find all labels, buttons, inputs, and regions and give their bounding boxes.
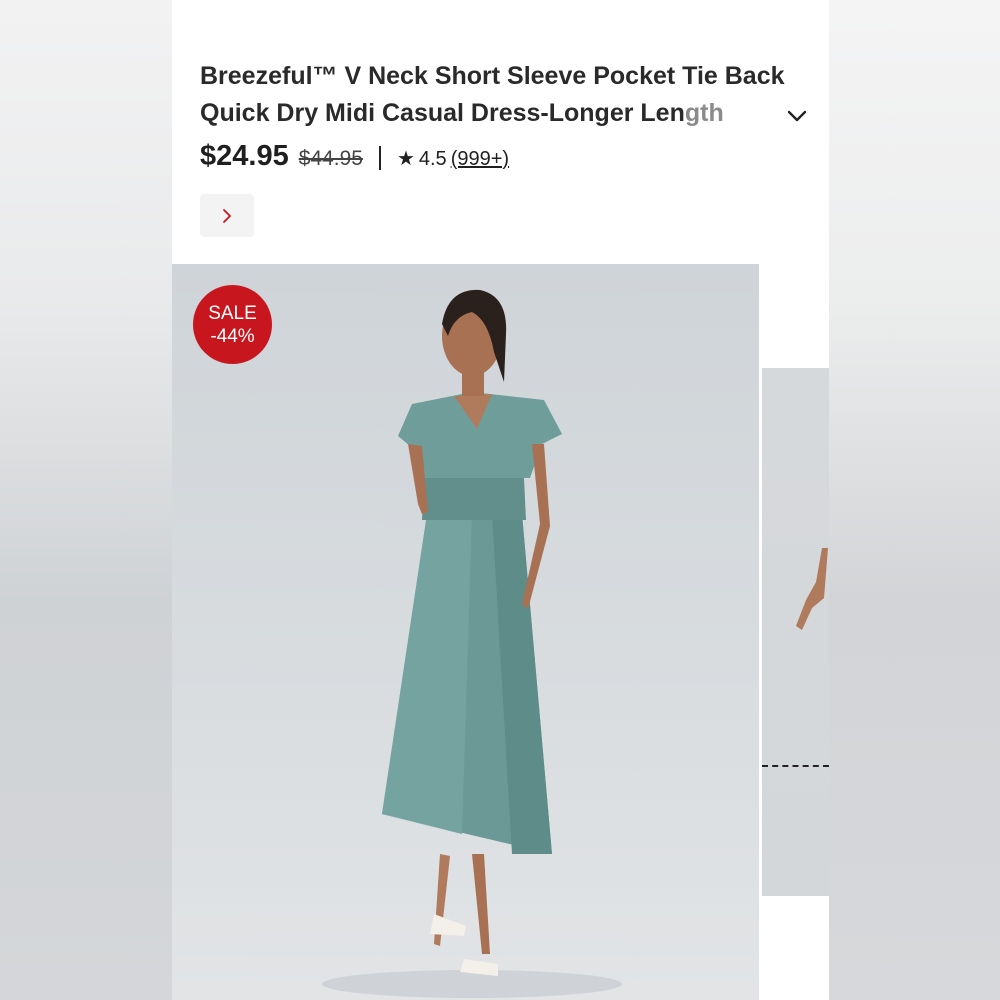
chevron-right-icon (223, 208, 231, 223)
sale-badge: SALE -44% (193, 285, 272, 364)
product-title-fade: gth (684, 99, 724, 127)
next-button[interactable] (200, 194, 254, 237)
price-row: $24.95 $44.95 ★ 4.5 (999+) (200, 140, 509, 176)
product-page: Breezeful™ V Neck Short Sleeve Pocket Ti… (172, 0, 829, 1000)
next-image-top (762, 264, 829, 368)
blurred-backdrop-right (829, 0, 1000, 1000)
review-count-link[interactable]: (999+) (451, 148, 509, 171)
divider (378, 146, 381, 170)
dashed-line (762, 765, 829, 767)
product-title[interactable]: Breezeful™ V Neck Short Sleeve Pocket Ti… (200, 58, 810, 132)
product-header: Breezeful™ V Neck Short Sleeve Pocket Ti… (172, 0, 829, 264)
chevron-down-icon[interactable] (786, 108, 808, 124)
rating-value: 4.5 (418, 148, 447, 170)
next-image-bottom (762, 896, 829, 1000)
sale-badge-discount: -44% (210, 325, 255, 347)
blurred-backdrop-left (0, 0, 172, 1000)
next-product-image[interactable] (762, 368, 829, 896)
model-photo (322, 289, 622, 998)
product-image[interactable]: SALE -44% (172, 264, 759, 1000)
model-arm-photo (796, 548, 828, 630)
star-icon: ★ (396, 148, 415, 170)
sale-price: $24.95 (200, 140, 289, 172)
sale-badge-label: SALE (208, 302, 257, 324)
original-price: $44.95 (298, 147, 363, 170)
